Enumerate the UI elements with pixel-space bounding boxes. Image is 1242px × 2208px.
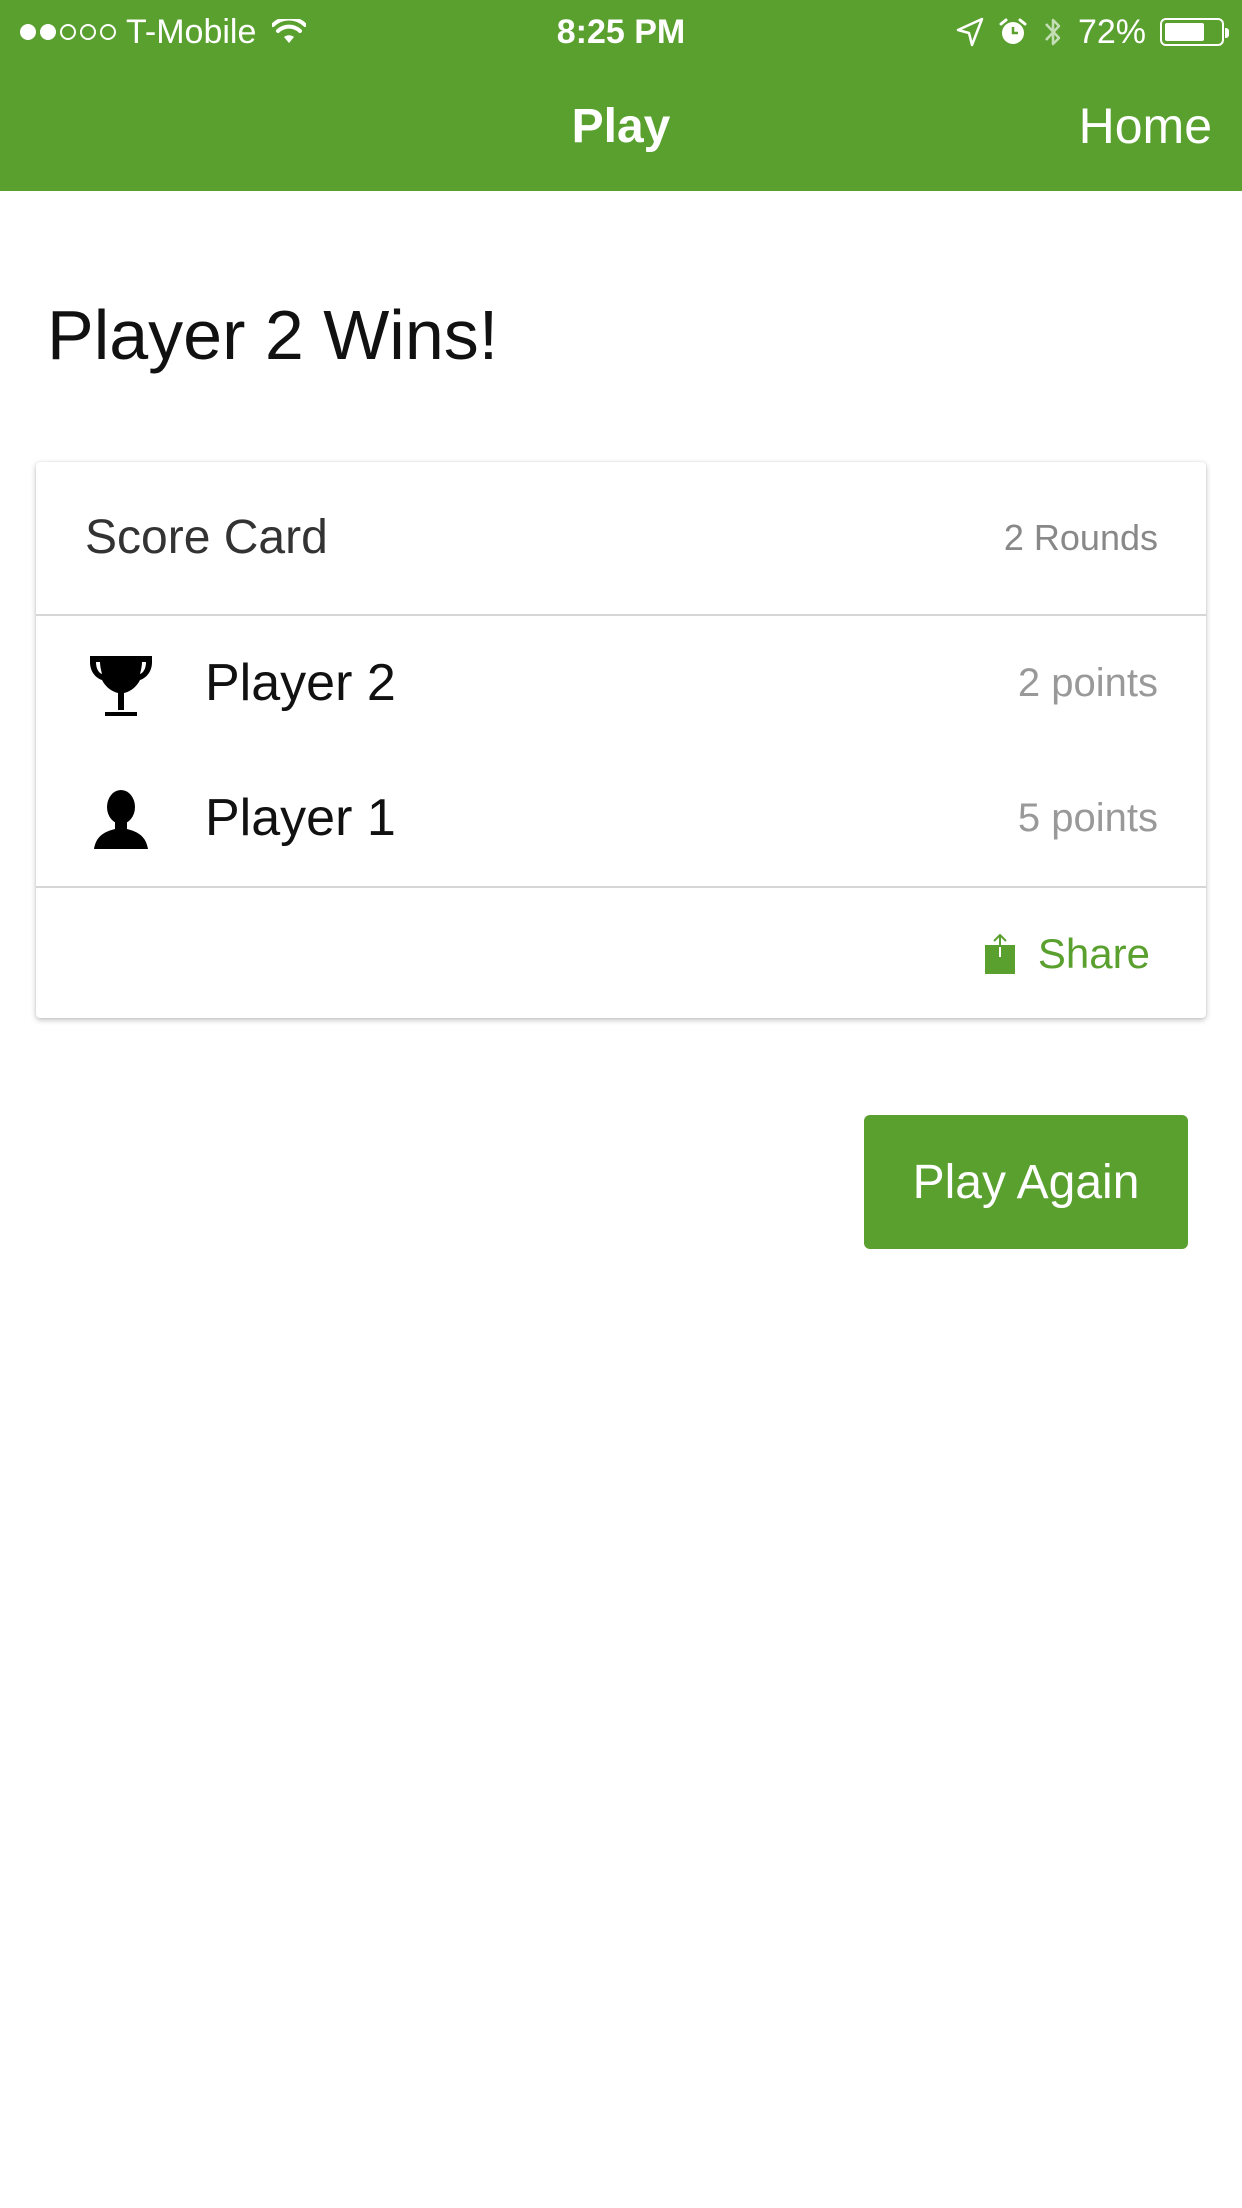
- winner-headline: Player 2 Wins!: [47, 296, 499, 374]
- top-bar: T-Mobile 8:25 PM 72% Play Home: [0, 0, 1242, 191]
- score-card-title: Score Card: [85, 511, 328, 564]
- score-card-header: Score Card 2 Rounds: [36, 462, 1206, 616]
- share-icon: [984, 933, 1016, 975]
- share-label: Share: [1037, 930, 1150, 977]
- battery-fill: [1165, 23, 1204, 41]
- player-name: Player 1: [205, 789, 396, 847]
- person-icon: [84, 787, 158, 855]
- player-points: 5 points: [1017, 796, 1158, 840]
- player-row: Player 2 2 points: [36, 616, 1206, 751]
- share-button[interactable]: Share: [984, 924, 1150, 984]
- trophy-icon: [84, 652, 158, 720]
- rounds-count: 2 Rounds: [1003, 517, 1158, 558]
- player-name: Player 2: [205, 654, 396, 712]
- page-title: Play: [571, 100, 671, 153]
- score-card: Score Card 2 Rounds Player 2 2 points Pl…: [36, 462, 1206, 1018]
- player-points: 2 points: [1017, 661, 1158, 705]
- location-arrow-icon: [956, 17, 984, 47]
- battery-icon: [1160, 18, 1229, 46]
- status-right: 72%: [956, 12, 1229, 52]
- nav-bar: Play Home: [0, 62, 1242, 191]
- status-bar: T-Mobile 8:25 PM 72%: [0, 0, 1242, 62]
- alarm-icon: [998, 17, 1028, 47]
- play-again-button[interactable]: Play Again: [864, 1115, 1188, 1249]
- bluetooth-icon: [1042, 15, 1064, 49]
- player-row: Player 1 5 points: [36, 751, 1206, 886]
- battery-percent: 72%: [1077, 12, 1146, 51]
- score-card-footer: Share: [36, 886, 1206, 1020]
- home-button[interactable]: Home: [1079, 62, 1212, 191]
